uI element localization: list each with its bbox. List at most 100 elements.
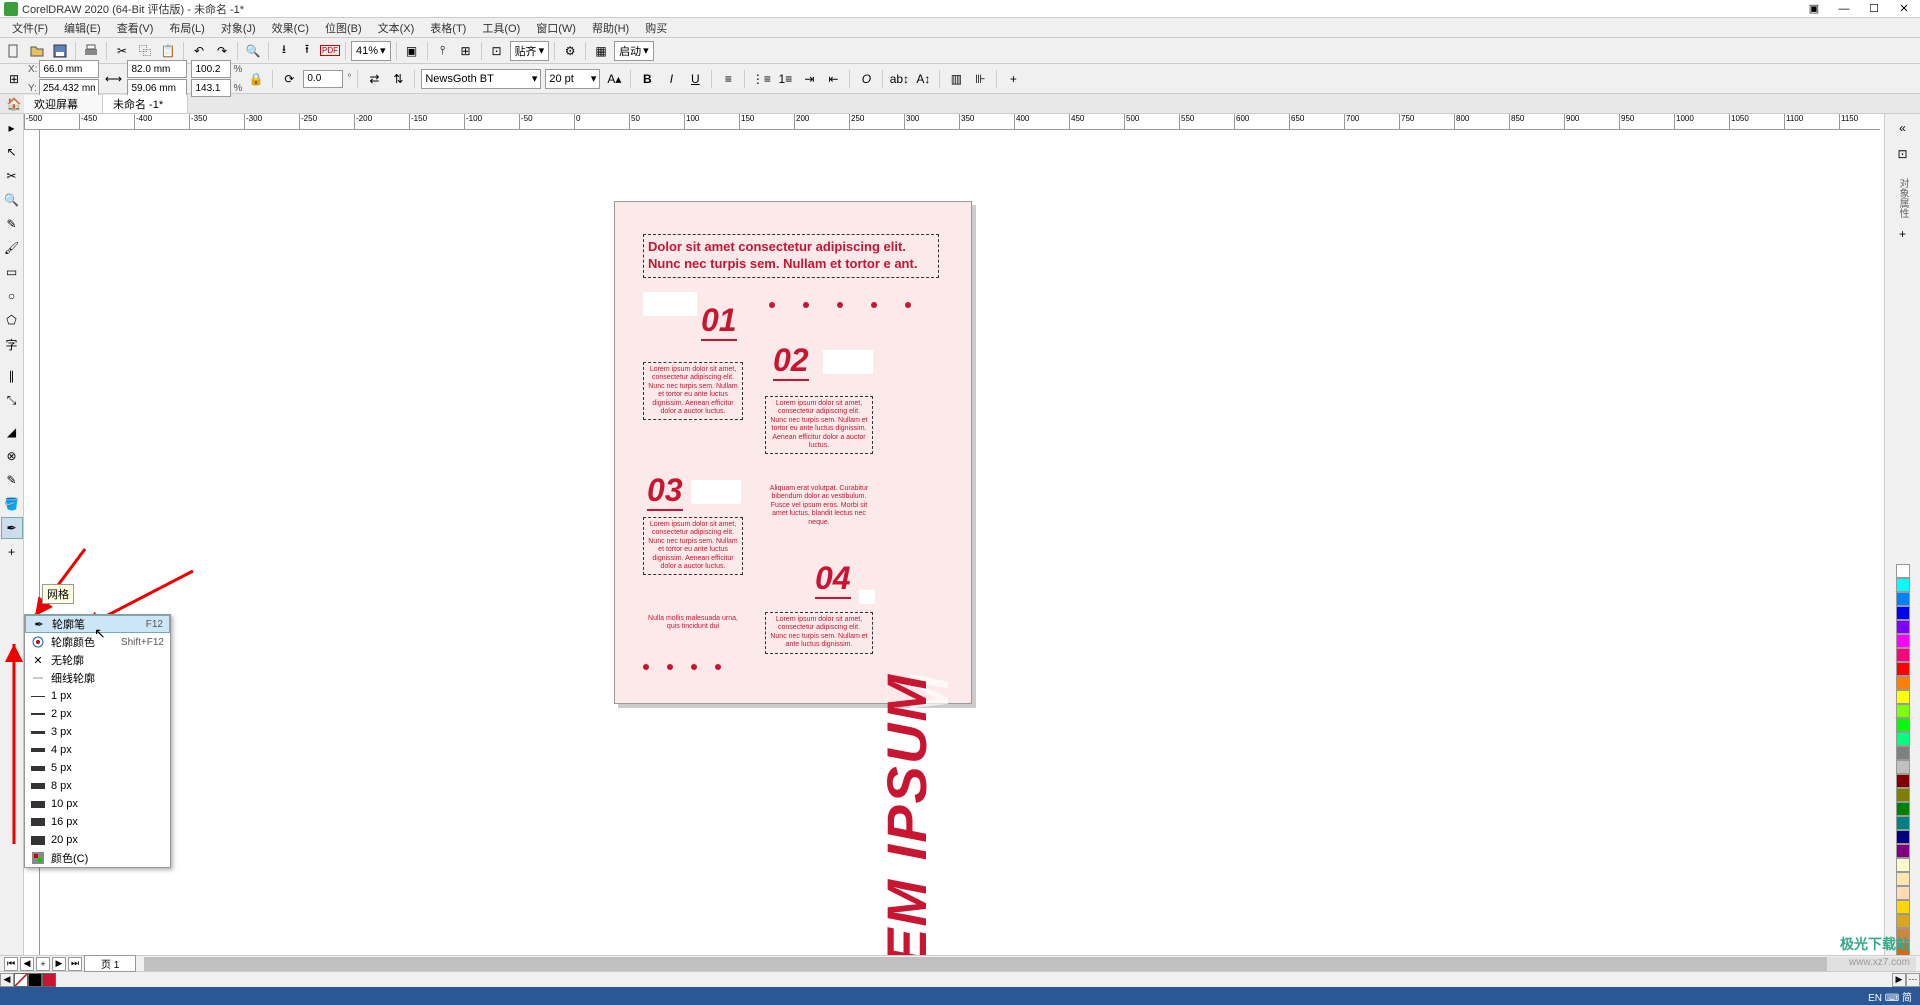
color-swatch[interactable] (1896, 746, 1910, 760)
add-panel-icon[interactable]: + (1893, 224, 1913, 244)
text-align-button[interactable]: ≡ (718, 69, 738, 89)
panel-label-objects[interactable]: 对象属性 (1895, 178, 1910, 218)
menu-layout[interactable]: 布局(L) (161, 20, 212, 36)
outline-flyout-item[interactable]: 颜色(C) (25, 849, 170, 867)
welcome-tab[interactable]: 欢迎屏幕 (24, 95, 103, 113)
indent-button[interactable]: ⇥ (799, 69, 819, 89)
menu-tools[interactable]: 工具(O) (474, 20, 528, 36)
text-frame-6[interactable]: Lorem ipsum dolor sit amet, consectetur … (765, 612, 873, 654)
color-swatch[interactable] (1896, 704, 1910, 718)
search-button[interactable]: 🔍 (243, 41, 263, 61)
font-size-select[interactable]: 20 pt▾ (545, 69, 600, 89)
page-next-button[interactable]: ▶ (52, 957, 66, 971)
zoom-tool[interactable]: 🔍 (1, 189, 23, 211)
palette-swatch-black[interactable] (28, 973, 42, 987)
bullets-button[interactable]: ⋮≡ (751, 69, 771, 89)
num-03[interactable]: 03 (647, 472, 683, 511)
mirror-v-button[interactable]: ⇅ (388, 69, 408, 89)
options-button[interactable]: ⚙ (560, 41, 580, 61)
redo-button[interactable]: ↷ (212, 41, 232, 61)
maximize-button[interactable]: ☐ (1862, 2, 1886, 16)
pick-tool[interactable]: ▸ (1, 117, 23, 139)
text-frame-5[interactable]: Nulla mollis malesuada urna, quis tincid… (643, 612, 743, 635)
columns-button[interactable]: ▥ (946, 69, 966, 89)
close-button[interactable]: ✕ (1892, 2, 1916, 16)
text-frame-2[interactable]: Lorem ipsum dolor sit amet, consectetur … (765, 396, 873, 454)
expand-panel-icon[interactable]: « (1893, 118, 1913, 138)
color-swatch[interactable] (1896, 872, 1910, 886)
color-swatch[interactable] (1896, 844, 1910, 858)
color-swatch[interactable] (1896, 592, 1910, 606)
text-tool[interactable]: 字 (1, 333, 23, 355)
menu-bitmap[interactable]: 位图(B) (317, 20, 370, 36)
help-mini-icon[interactable]: ▣ (1802, 2, 1826, 16)
color-swatch[interactable] (1896, 760, 1910, 774)
menu-buy[interactable]: 购买 (637, 20, 675, 36)
menu-edit[interactable]: 编辑(E) (56, 20, 109, 36)
color-swatch[interactable] (1896, 578, 1910, 592)
header-text-frame[interactable]: Dolor sit amet consectetur adipiscing el… (643, 234, 939, 278)
page[interactable]: Dolor sit amet consectetur adipiscing el… (614, 201, 972, 704)
page-last-button[interactable]: ⏭ (68, 957, 82, 971)
h-scrollbar[interactable] (144, 957, 1916, 971)
palette-menu-button[interactable]: ⋯ (1906, 973, 1920, 987)
freehand-tool[interactable]: ✎ (1, 213, 23, 235)
color-swatch[interactable] (1896, 788, 1910, 802)
launch-icon[interactable]: ▦ (591, 41, 611, 61)
import-button[interactable]: ⭳ (274, 41, 294, 61)
paste-button[interactable]: 📋 (158, 41, 178, 61)
white-rect-2[interactable] (823, 350, 873, 374)
outdent-button[interactable]: ⇤ (823, 69, 843, 89)
numbered-button[interactable]: 1≡ (775, 69, 795, 89)
connector-tool[interactable]: ⤡ (1, 389, 23, 411)
menu-file[interactable]: 文件(F) (4, 20, 56, 36)
color-swatch[interactable] (1896, 634, 1910, 648)
outline-flyout-item[interactable]: 8 px (25, 777, 170, 795)
open-button[interactable] (27, 41, 47, 61)
size-lock-icon[interactable]: ⟷ (103, 69, 123, 89)
color-swatch[interactable] (1896, 690, 1910, 704)
color-swatch[interactable] (1896, 564, 1910, 578)
new-button[interactable] (4, 41, 24, 61)
transparency-tool[interactable]: ⊗ (1, 445, 23, 467)
outline-flyout-item[interactable]: ✕无轮廓 (25, 651, 170, 669)
outline-flyout-item[interactable]: 2 px (25, 705, 170, 723)
x-input[interactable] (39, 60, 99, 78)
eyedropper-tool[interactable]: ✎ (1, 469, 23, 491)
color-swatch[interactable] (1896, 732, 1910, 746)
polygon-tool[interactable]: ⬠ (1, 309, 23, 331)
outline-flyout-item[interactable]: 10 px (25, 795, 170, 813)
outline-flyout-item[interactable]: 轮廓颜色Shift+F12 (25, 633, 170, 651)
add-button[interactable]: + (1003, 69, 1023, 89)
properties-panel-icon[interactable]: ⊡ (1893, 144, 1913, 164)
color-swatch[interactable] (1896, 802, 1910, 816)
color-swatch[interactable] (1896, 858, 1910, 872)
text-frame-3[interactable]: Aliquam erat volutpat. Curabitur bibendu… (765, 482, 873, 530)
outline-flyout-item[interactable]: 16 px (25, 813, 170, 831)
canvas[interactable]: Dolor sit amet consectetur adipiscing el… (40, 130, 1880, 984)
outline-flyout-item[interactable]: 3 px (25, 723, 170, 741)
palette-next-button[interactable]: ▶ (1892, 973, 1906, 987)
page-prev-button[interactable]: ◀ (20, 957, 34, 971)
menu-text[interactable]: 文本(X) (370, 20, 423, 36)
minimize-button[interactable]: — (1832, 2, 1856, 16)
add-tool-button[interactable]: + (1, 541, 23, 563)
fill-tool[interactable]: 🪣 (1, 493, 23, 515)
bold-button[interactable]: B (637, 69, 657, 89)
document-tab[interactable]: 未命名 -1* (103, 95, 188, 113)
underline-button[interactable]: U (685, 69, 705, 89)
menu-view[interactable]: 查看(V) (109, 20, 162, 36)
width-input[interactable] (127, 60, 187, 78)
outline-flyout-item[interactable]: 1 px (25, 687, 170, 705)
color-swatch[interactable] (1896, 830, 1910, 844)
menu-window[interactable]: 窗口(W) (528, 20, 584, 36)
font-size-inc-button[interactable]: A▴ (604, 69, 624, 89)
parallel-tool[interactable]: ∥ (1, 365, 23, 387)
print-button[interactable] (81, 41, 101, 61)
launch-dropdown[interactable]: 启动▾ (614, 41, 654, 61)
font-select[interactable]: NewsGoth BT▾ (421, 69, 541, 89)
palette-swatch-red[interactable] (42, 973, 56, 987)
ime-status[interactable]: EN ⌨ 简 (1868, 989, 1912, 1004)
snap-dropdown[interactable]: 贴齐▾ (510, 41, 550, 61)
page-add-button[interactable]: + (36, 957, 50, 971)
